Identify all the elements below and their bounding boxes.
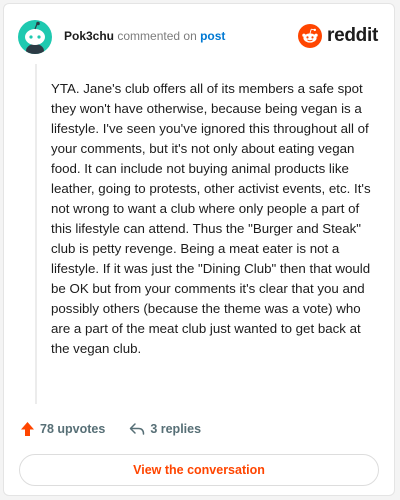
upvote-arrow-icon xyxy=(21,422,34,436)
reply-arrow-icon xyxy=(130,423,145,435)
comment-meta: Pok3chu commented on post xyxy=(64,29,225,43)
upvotes-label: 78 upvotes xyxy=(40,422,106,436)
reddit-alien-icon xyxy=(298,24,323,48)
user-avatar[interactable] xyxy=(18,20,52,54)
upvote-count[interactable]: 78 upvotes xyxy=(20,421,105,437)
thread-line[interactable] xyxy=(35,64,37,404)
replies-count[interactable]: 3 replies xyxy=(129,422,201,436)
action-text: commented on xyxy=(117,29,197,43)
comment-card: Pok3chu commented on post reddit YTA. Ja… xyxy=(3,3,395,496)
reddit-wordmark: reddit xyxy=(327,25,378,46)
replies-label: 3 replies xyxy=(150,422,202,436)
post-link[interactable]: post xyxy=(200,29,225,43)
comment-actions: 78 upvotes 3 replies xyxy=(20,421,201,437)
snoo-avatar-icon xyxy=(25,21,45,54)
reddit-logo[interactable]: reddit xyxy=(298,24,378,48)
comment-body: YTA. Jane's club offers all of its membe… xyxy=(51,81,371,356)
view-conversation-button[interactable]: View the conversation xyxy=(19,454,379,486)
username[interactable]: Pok3chu xyxy=(64,29,114,43)
